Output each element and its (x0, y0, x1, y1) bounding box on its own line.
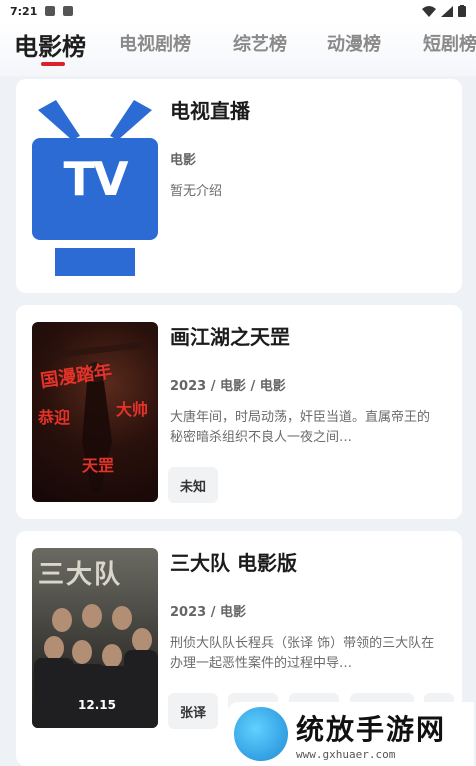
tv-stand (55, 248, 135, 276)
movie-meta: 2023 / 电影 (170, 605, 246, 620)
movie-title: 电视直播 (170, 99, 250, 123)
wifi-icon (422, 5, 436, 17)
movie-meta: 电影 (170, 153, 197, 168)
ranking-tab-bar: 电影榜 电视剧榜 综艺榜 动漫榜 短剧榜 (0, 22, 476, 76)
active-tab-indicator (41, 62, 65, 66)
movie-description: 大唐年间，时局动荡，奸臣当道。直属帝王的秘密暗杀组织不良人一夜之间… (170, 410, 431, 445)
tab-tv-series[interactable]: 电视剧榜 (119, 30, 191, 56)
poster-image: 国漫踏年 恭迎 大帅 天罡 (32, 322, 158, 502)
movie-meta: 2023 / 电影 / 电影 (170, 379, 286, 394)
octopus-logo-icon (234, 707, 288, 761)
movie-card[interactable]: 国漫踏年 恭迎 大帅 天罡 画江湖之天罡 2023 / 电影 / 电影 大唐年间… (16, 305, 462, 519)
watermark-url: www.gxhuaer.com (296, 747, 396, 761)
movie-card[interactable]: TV 电视直播 电影 暂无介绍 (16, 79, 462, 293)
cast-tag[interactable]: 张译 (168, 693, 218, 729)
tv-logo-text: TV (63, 152, 129, 206)
tab-variety[interactable]: 综艺榜 (233, 30, 287, 56)
signal-icon (441, 5, 453, 17)
tab-anime[interactable]: 动漫榜 (327, 30, 381, 56)
tab-short-drama[interactable]: 短剧榜 (423, 30, 476, 56)
battery-icon (458, 5, 466, 17)
movie-title: 画江湖之天罡 (170, 325, 290, 349)
poster-image: TV (32, 96, 158, 276)
watermark-name: 统放手游网 (296, 712, 447, 746)
movie-title: 三大队 电影版 (170, 551, 297, 575)
site-watermark: 统放手游网 www.gxhuaer.com (228, 702, 474, 766)
tab-movie[interactable]: 电影榜 (14, 27, 86, 62)
movie-description: 刑侦大队队长程兵（张译 饰）带领的三大队在办理一起恶性案件的过程中导… (170, 636, 435, 671)
cast-tag[interactable]: 未知 (168, 467, 218, 503)
status-time: 7:21 (10, 4, 38, 18)
tv-antenna-icon (38, 100, 152, 140)
status-bar: 7:21 (0, 0, 476, 22)
poster-image: 三大队 12.15 (32, 548, 158, 728)
movie-description: 暂无介绍 (170, 184, 223, 199)
gallery-icon (45, 6, 56, 16)
notification-icon (63, 6, 74, 16)
